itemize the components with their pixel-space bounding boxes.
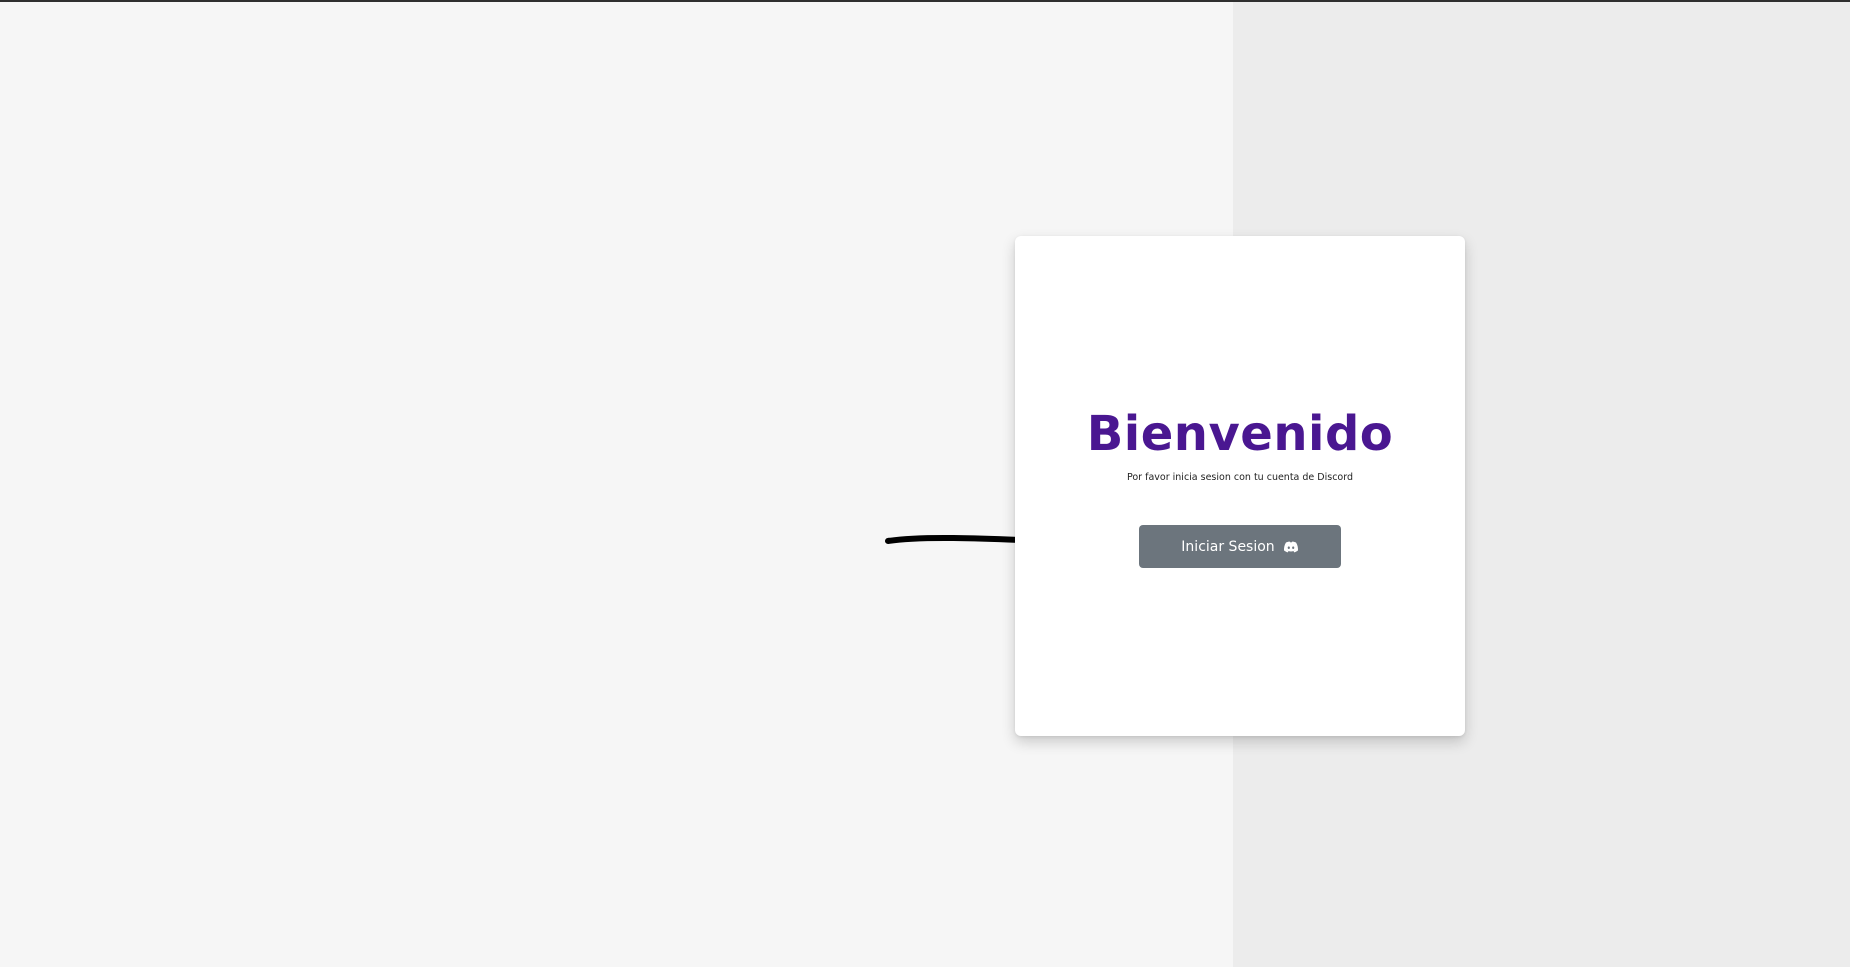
- welcome-subtitle: Por favor inicia sesion con tu cuenta de…: [1126, 472, 1353, 483]
- discord-icon: [1283, 541, 1299, 553]
- login-button-label: Iniciar Sesion: [1181, 538, 1275, 555]
- login-card: Bienvenido Por favor inicia sesion con t…: [1015, 236, 1465, 736]
- login-button[interactable]: Iniciar Sesion: [1139, 525, 1341, 568]
- welcome-title: Bienvenido: [1086, 406, 1394, 462]
